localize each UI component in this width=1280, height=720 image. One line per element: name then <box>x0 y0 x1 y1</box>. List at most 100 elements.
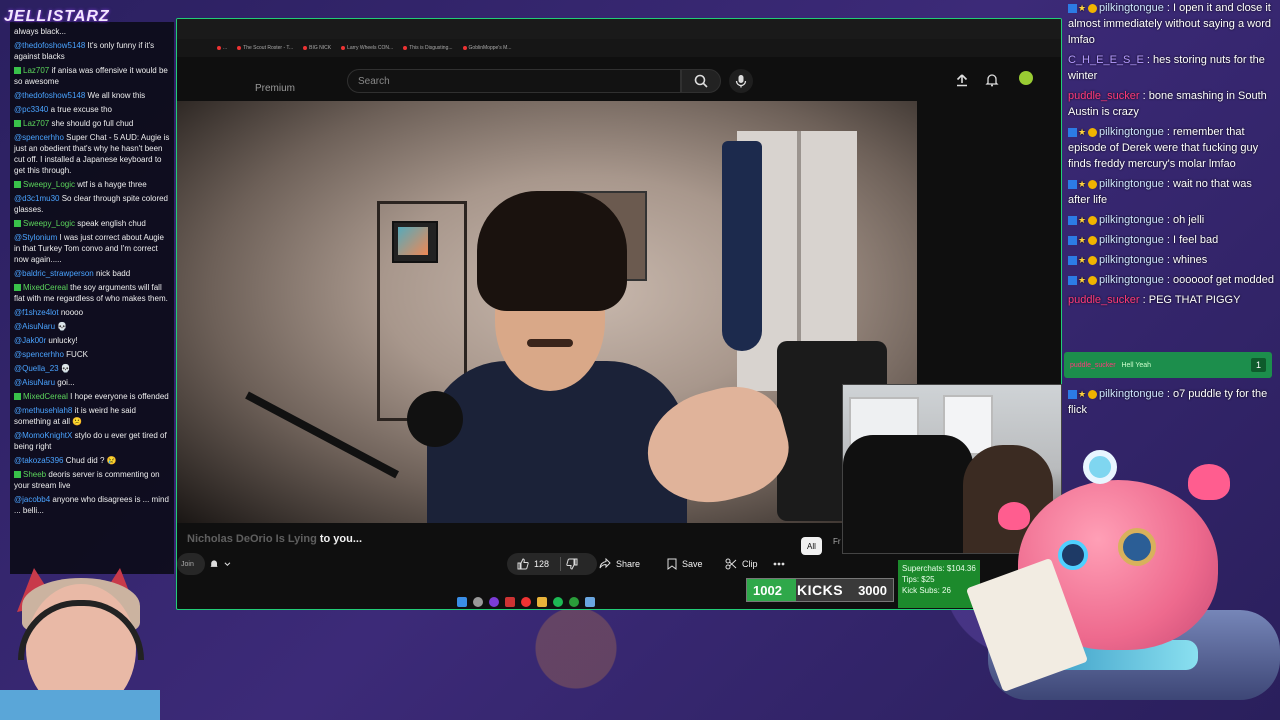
kicks-goal-bar: 1002 KICKS 3000 <box>746 578 894 602</box>
gifter-badge-icon <box>1088 215 1097 225</box>
left-chat-message: @spencerhho Super Chat - 5 AUD: Augie is… <box>14 132 170 176</box>
left-chat-username[interactable]: @Jak00r <box>14 336 46 345</box>
video-player[interactable] <box>177 101 917 523</box>
chat-separator: : <box>1139 294 1149 306</box>
highlight-text: Hell Yeah <box>1121 361 1152 369</box>
bookmark-item[interactable]: GoblinMoppe's M... <box>462 45 511 51</box>
search-button[interactable] <box>681 69 721 93</box>
left-chat-username[interactable]: @methusehlah8 <box>14 406 72 415</box>
left-chat-username[interactable]: @Stylonium <box>14 233 57 242</box>
bookmark-item[interactable]: ... <box>217 45 227 51</box>
left-chat-text: speak english chud <box>77 219 146 228</box>
right-chat-username[interactable]: pilkingtongue <box>1099 388 1164 400</box>
right-chat-username[interactable]: pilkingtongue <box>1099 234 1164 246</box>
account-avatar[interactable] <box>1019 71 1033 85</box>
left-chat-username[interactable]: @f1shze4lot <box>14 308 59 317</box>
left-chat-username[interactable]: Sweepy_Logic <box>23 219 75 228</box>
left-chat-username[interactable]: @AisuNaru <box>14 322 55 331</box>
like-button[interactable]: 128 <box>507 553 597 575</box>
right-chat-username[interactable]: pilkingtongue <box>1099 274 1164 286</box>
left-chat-username[interactable]: Sweepy_Logic <box>23 180 75 189</box>
thumbs-down-icon[interactable] <box>566 558 578 570</box>
left-chat-username[interactable]: @d3c1mu30 <box>14 194 59 203</box>
left-chat-message: @f1shze4lot noooo <box>14 307 170 318</box>
right-chat-text: whines <box>1173 254 1208 266</box>
highlight-username[interactable]: puddle_sucker <box>1070 362 1116 369</box>
chat-separator: : <box>1163 214 1174 226</box>
taskbar-media-icon[interactable] <box>505 597 515 607</box>
bookmark-item[interactable]: This is Disgusting... <box>403 45 453 51</box>
streamer-webcam <box>0 560 160 720</box>
bookmark-favicon-icon <box>237 46 242 50</box>
left-chat-username[interactable]: Laz707 <box>23 66 49 75</box>
left-chat-username[interactable]: @jacobb4 <box>14 495 50 504</box>
subscriber-badge-icon <box>1068 3 1077 13</box>
kick-badge-icon <box>14 120 21 128</box>
kick-badge-icon <box>14 393 21 401</box>
clip-button[interactable]: Clip <box>715 553 775 575</box>
left-chat-username[interactable]: @MomoKnightX <box>14 431 72 440</box>
notifications-bell-icon[interactable] <box>985 73 999 87</box>
left-chat-username[interactable]: @AisuNaru <box>14 378 55 387</box>
more-actions-button[interactable] <box>767 553 791 575</box>
right-chat-username[interactable]: pilkingtongue <box>1099 254 1164 266</box>
left-chat-username[interactable]: @baldric_strawperson <box>14 269 94 278</box>
left-chat-username[interactable]: Sheeb <box>23 470 46 479</box>
left-chat-username[interactable]: Laz707 <box>23 119 49 128</box>
taskbar-chrome-icon[interactable] <box>521 597 531 607</box>
like-divider <box>560 557 562 571</box>
video-person-mustache <box>527 339 573 347</box>
left-chat-text: Chud did ? 😢 <box>65 456 117 465</box>
left-chat-message: @d3c1mu30 So clear through spite colored… <box>14 193 170 215</box>
left-chat-username[interactable]: @thedofoshow5148 <box>14 41 85 50</box>
right-chat-username[interactable]: pilkingtongue <box>1099 126 1164 138</box>
bookmark-item[interactable]: Larry Wheels CON... <box>341 45 393 51</box>
filter-chip-fr[interactable]: Fr <box>833 537 841 546</box>
left-chat-text: always black... <box>14 27 67 36</box>
video-tv-screen <box>398 227 428 255</box>
kicks-label: KICKS <box>796 582 844 598</box>
chat-separator: : <box>1163 126 1174 138</box>
taskbar-app-icon[interactable] <box>585 597 595 607</box>
right-chat-username[interactable]: pilkingtongue <box>1099 2 1164 14</box>
left-chat-username[interactable]: @takoza5396 <box>14 456 64 465</box>
share-button[interactable]: Share <box>589 553 667 575</box>
right-chat-username[interactable]: C_H_E_E_S_E <box>1068 54 1144 66</box>
right-chat-username[interactable]: pilkingtongue <box>1099 214 1164 226</box>
voice-search-button[interactable] <box>729 69 753 93</box>
video-mic-arm <box>245 391 399 479</box>
right-chat-username[interactable]: pilkingtongue <box>1099 178 1164 190</box>
user-badges: ★ <box>1068 275 1097 285</box>
left-chat-username[interactable]: @spencerhho <box>14 350 64 359</box>
taskbar-folder-icon[interactable] <box>537 597 547 607</box>
left-chat-username[interactable]: MixedCereal <box>23 283 68 292</box>
windows-start-icon[interactable] <box>457 597 467 607</box>
left-chat-username[interactable]: @spencerhho <box>14 133 64 142</box>
subscription-bell-button[interactable] <box>199 553 241 575</box>
subscriber-badge-icon <box>1068 255 1077 265</box>
upload-icon[interactable] <box>955 73 969 87</box>
taskbar-spotify-icon[interactable] <box>553 597 563 607</box>
save-button[interactable]: Save <box>657 553 721 575</box>
taskbar-obs-icon[interactable] <box>489 597 499 607</box>
bookmark-item[interactable]: The Scout Roster - T... <box>237 45 293 51</box>
search-input[interactable]: Search <box>347 69 681 93</box>
taskbar-search-icon[interactable] <box>473 597 483 607</box>
left-chat-panel[interactable]: always black... @thedofoshow5148 It's onl… <box>10 22 174 574</box>
right-chat-username[interactable]: puddle_sucker <box>1068 294 1140 306</box>
left-chat-username[interactable]: @Quella_23 <box>14 364 59 373</box>
browser-tab-bar[interactable] <box>177 19 1061 39</box>
left-chat-message: @AisuNaru goi... <box>14 377 170 388</box>
bookmark-favicon-icon <box>341 46 346 50</box>
bookmarks-bar[interactable]: ... The Scout Roster - T... BIG NICK Larry … <box>177 39 1061 57</box>
left-chat-text: she should go full chud <box>51 119 134 128</box>
left-chat-message: Laz707 if anisa was offensive it would b… <box>14 65 170 87</box>
left-chat-username[interactable]: @pc3340 <box>14 105 48 114</box>
left-chat-username[interactable]: @thedofoshow5148 <box>14 91 85 100</box>
stream-logo: JELLISTARZ <box>4 8 110 25</box>
bookmark-item[interactable]: BIG NICK <box>303 45 331 51</box>
right-chat-username[interactable]: puddle_sucker <box>1068 90 1140 102</box>
taskbar-xbox-icon[interactable] <box>569 597 579 607</box>
left-chat-username[interactable]: MixedCereal <box>23 392 68 401</box>
scissors-icon <box>725 558 737 570</box>
